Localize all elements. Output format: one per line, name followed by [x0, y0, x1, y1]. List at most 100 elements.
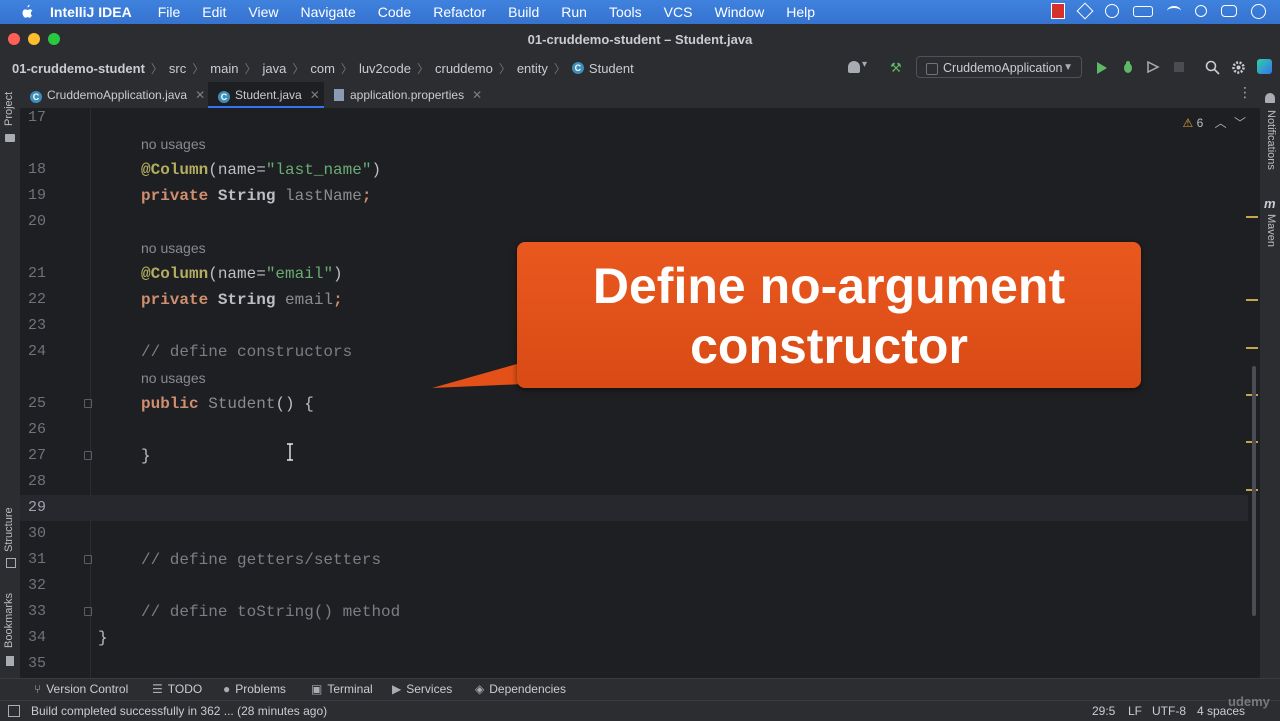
fold-marker-icon[interactable]: [84, 555, 92, 564]
breadcrumb-cruddemo[interactable]: cruddemo: [435, 61, 493, 76]
status-window-icon[interactable]: [8, 705, 20, 717]
warning-stripe-mark[interactable]: [1246, 216, 1258, 218]
breadcrumb-project[interactable]: 01-cruddemo-student: [12, 61, 145, 76]
maven-tool-button[interactable]: Maven: [1265, 214, 1277, 247]
jetbrains-logo-icon[interactable]: [1257, 59, 1272, 74]
caret-position[interactable]: 29:5: [1092, 704, 1115, 718]
bookmarks-tool-button[interactable]: Bookmarks: [3, 593, 15, 648]
menu-run[interactable]: Run: [561, 4, 587, 20]
structure-icon[interactable]: [6, 558, 16, 568]
usages-hint[interactable]: no usages: [141, 131, 206, 157]
services-tool-button[interactable]: ▶ Services: [392, 682, 452, 696]
breadcrumb-separator-icon: 〉: [340, 61, 353, 76]
close-tab-icon[interactable]: ✕: [195, 88, 205, 102]
menu-build[interactable]: Build: [508, 4, 539, 20]
breadcrumb-com[interactable]: com: [310, 61, 335, 76]
record-icon[interactable]: [1051, 3, 1065, 19]
line-number: 18: [27, 161, 46, 178]
breadcrumb-separator-icon: 〉: [416, 61, 429, 76]
warning-stripe-mark[interactable]: [1246, 347, 1258, 349]
menu-navigate[interactable]: Navigate: [300, 4, 355, 20]
coverage-icon[interactable]: [1146, 60, 1160, 74]
services-icon: ▶: [392, 682, 402, 696]
problems-tool-button[interactable]: ● Problems: [223, 682, 286, 696]
inspection-widget[interactable]: ⚠ 6 ︿ ﹀: [1182, 114, 1246, 131]
editor-scrollbar[interactable]: [1252, 366, 1256, 616]
chevron-down-icon[interactable]: ﹀: [1234, 116, 1246, 130]
user-icon[interactable]: [848, 61, 860, 73]
fold-marker-icon[interactable]: [84, 607, 92, 616]
breadcrumb-java[interactable]: java: [262, 61, 286, 76]
code-line: 18 @Column(name="last_name"): [20, 157, 1248, 183]
file-encoding[interactable]: UTF-8: [1152, 704, 1186, 718]
line-number: 27: [27, 447, 46, 464]
usages-hint[interactable]: no usages: [141, 235, 206, 261]
run-icon[interactable]: [1096, 61, 1108, 75]
run-config-label: CruddemoApplication: [943, 61, 1063, 75]
tool-label: Terminal: [327, 682, 373, 696]
line-separator[interactable]: LF: [1128, 704, 1142, 718]
menu-window[interactable]: Window: [714, 4, 764, 20]
todo-tool-button[interactable]: ☰ TODO: [152, 682, 202, 696]
close-tab-icon[interactable]: ✕: [472, 88, 482, 102]
project-tool-button[interactable]: Project: [3, 92, 15, 126]
menu-help[interactable]: Help: [786, 4, 815, 20]
dependencies-tool-button[interactable]: ◈ Dependencies: [475, 682, 566, 696]
terminal-tool-button[interactable]: ▣ Terminal: [311, 682, 373, 696]
more-options-icon[interactable]: ⋮: [1238, 84, 1252, 101]
bookmark-icon[interactable]: [6, 656, 14, 666]
menu-code[interactable]: Code: [378, 4, 411, 20]
menu-edit[interactable]: Edit: [202, 4, 226, 20]
notifications-bell-icon[interactable]: [1265, 93, 1275, 103]
battery-icon[interactable]: [1133, 5, 1153, 17]
user-circle-icon[interactable]: [1105, 4, 1119, 18]
wifi-icon[interactable]: [1167, 6, 1181, 16]
settings-gear-icon[interactable]: [1231, 60, 1246, 75]
breadcrumb-src[interactable]: src: [169, 61, 186, 76]
apple-icon[interactable]: [18, 4, 36, 20]
fold-marker-icon[interactable]: [84, 399, 92, 408]
zoom-window-button[interactable]: [48, 33, 60, 45]
breadcrumb-student[interactable]: Student: [589, 61, 634, 76]
close-tab-icon[interactable]: ✕: [310, 88, 320, 102]
line-number: 32: [27, 577, 46, 594]
maven-icon[interactable]: m: [1264, 196, 1276, 211]
debug-icon[interactable]: [1121, 60, 1135, 74]
search-icon[interactable]: [1195, 5, 1207, 17]
tool-label: TODO: [167, 682, 203, 696]
minimize-window-button[interactable]: [28, 33, 40, 45]
warning-stripe-mark[interactable]: [1246, 299, 1258, 301]
breadcrumb-main[interactable]: main: [210, 61, 238, 76]
breadcrumb-entity[interactable]: entity: [517, 61, 548, 76]
comment-text: // define constructors: [141, 343, 353, 361]
code-text: @Column(name="email"): [141, 265, 343, 283]
chevron-down-icon[interactable]: ▾: [862, 59, 867, 70]
close-window-button[interactable]: [8, 33, 20, 45]
structure-tool-button[interactable]: Structure: [3, 507, 15, 552]
version-control-tool-button[interactable]: ⑂ Version Control: [34, 682, 128, 696]
menu-vcs[interactable]: VCS: [664, 4, 693, 20]
menu-app-name[interactable]: IntelliJ IDEA: [50, 4, 132, 20]
tool-label: Version Control: [46, 682, 129, 696]
build-hammer-icon[interactable]: ⚒: [890, 60, 902, 75]
stop-icon[interactable]: [1174, 62, 1184, 72]
tool-label: Services: [406, 682, 453, 696]
cube-icon[interactable]: [1076, 2, 1094, 20]
menu-tools[interactable]: Tools: [609, 4, 642, 20]
control-center-icon[interactable]: [1221, 5, 1237, 17]
usages-hint[interactable]: no usages: [141, 365, 206, 391]
menu-view[interactable]: View: [248, 4, 278, 20]
notifications-tool-button[interactable]: Notifications: [1265, 110, 1277, 170]
status-message[interactable]: Build completed successfully in 362 ... …: [31, 704, 327, 718]
project-folder-icon[interactable]: [5, 134, 15, 142]
search-everywhere-icon[interactable]: [1205, 60, 1220, 75]
code-editor[interactable]: 17 no usages 18 @Column(name="last_name"…: [20, 108, 1260, 678]
menu-refactor[interactable]: Refactor: [433, 4, 486, 20]
clock-icon[interactable]: [1251, 3, 1266, 19]
fold-marker-icon[interactable]: [84, 451, 92, 460]
chevron-up-icon[interactable]: ︿: [1215, 116, 1227, 130]
breadcrumb-luv2code[interactable]: luv2code: [359, 61, 411, 76]
run-configuration-selector[interactable]: CruddemoApplication ▼: [916, 56, 1082, 78]
line-number: 28: [27, 473, 46, 490]
menu-file[interactable]: File: [158, 4, 181, 20]
